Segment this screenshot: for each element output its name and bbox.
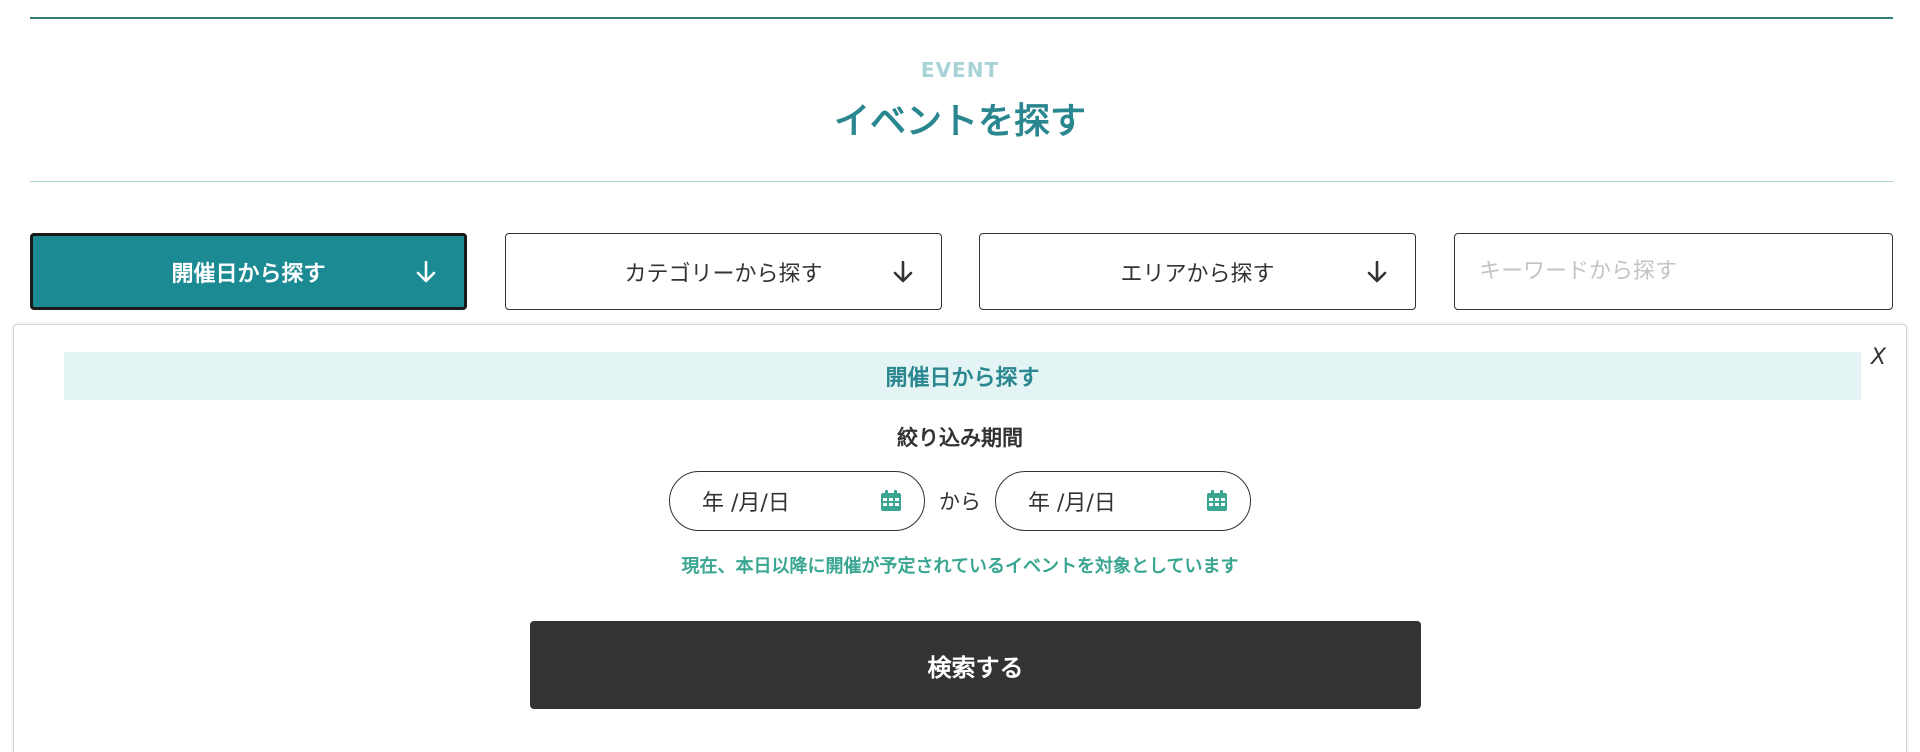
- date-range-separator: から: [939, 490, 981, 514]
- end-date-input[interactable]: 年 /月/日: [995, 471, 1251, 531]
- arrow-down-icon: [891, 260, 915, 284]
- start-date-input[interactable]: 年 /月/日: [669, 471, 925, 531]
- calendar-icon[interactable]: [1206, 490, 1228, 512]
- date-filter-panel: X 開催日から探す 絞り込み期間 年 /月/日 から 年 /月/日 現在、本日以…: [13, 324, 1907, 752]
- search-by-date-button[interactable]: 開催日から探す: [30, 233, 467, 310]
- panel-heading: 開催日から探す: [64, 352, 1861, 400]
- date-range-row: 年 /月/日 から 年 /月/日: [14, 471, 1906, 531]
- top-divider: [30, 17, 1893, 19]
- arrow-down-icon: [1365, 260, 1389, 284]
- search-button[interactable]: 検索する: [530, 621, 1421, 709]
- start-date-placeholder: 年 /月/日: [702, 491, 790, 516]
- search-by-area-label: エリアから探す: [1120, 261, 1275, 287]
- search-by-category-button[interactable]: カテゴリーから探す: [505, 233, 942, 310]
- page-title: イベントを探す: [833, 101, 1086, 142]
- keyword-search-input[interactable]: [1454, 233, 1893, 310]
- search-by-date-label: 開催日から探す: [171, 261, 326, 287]
- date-filter-note: 現在、本日以降に開催が予定されているイベントを対象としています: [681, 556, 1239, 577]
- calendar-icon[interactable]: [880, 490, 902, 512]
- section-divider: [30, 181, 1893, 182]
- end-date-placeholder: 年 /月/日: [1028, 491, 1116, 516]
- search-by-area-button[interactable]: エリアから探す: [979, 233, 1416, 310]
- close-panel-button[interactable]: X: [1871, 345, 1886, 370]
- section-eyebrow: EVENT: [920, 58, 1000, 82]
- search-by-category-label: カテゴリーから探す: [624, 261, 823, 287]
- period-label: 絞り込み期間: [897, 426, 1023, 450]
- arrow-down-icon: [414, 260, 438, 284]
